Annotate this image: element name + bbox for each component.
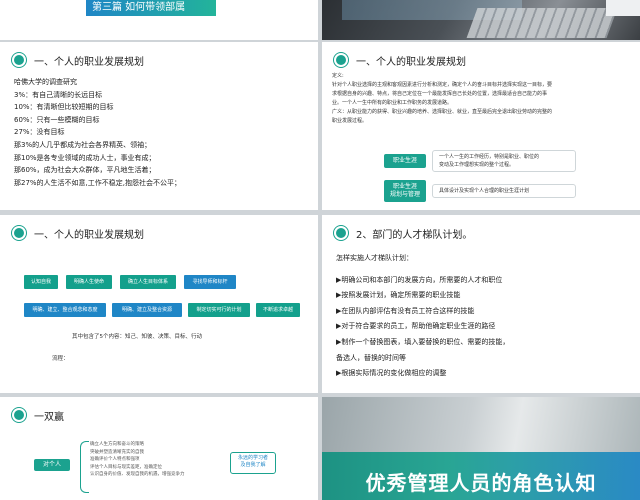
text-line: 3%：有自己清晰的长远目标 bbox=[14, 90, 103, 99]
heading-text: 一双赢 bbox=[34, 411, 64, 423]
list-item: ▶对于符合要求的员工，帮助他确定职业生涯的路径 bbox=[336, 322, 496, 331]
text-line: 60%：只有一些模糊的目标 bbox=[14, 115, 100, 124]
individual-pill: 对个人 bbox=[34, 459, 70, 471]
text-line: 27%：没有目标 bbox=[14, 128, 65, 137]
text-line: 那27%的人生活不如意,工作不稳定,抱怨社会不公平； bbox=[14, 178, 182, 187]
def-key-line: 规划与管理 bbox=[389, 191, 420, 198]
text-line: 哈佛大学的调查研究 bbox=[14, 78, 77, 86]
heading-text: 2、部门的人才梯队计划。 bbox=[356, 229, 473, 241]
text-line: 职业发展过程。 bbox=[332, 118, 368, 124]
slide-8[interactable]: 优秀管理人员的角色认知 bbox=[322, 397, 640, 500]
flow-step: 不断追求卓越 bbox=[256, 303, 300, 317]
def-career: 职业生涯 一个人一生的工作经历，特别是职业、职位的 变动及工作理想实现的整个过程… bbox=[384, 150, 576, 172]
def-key: 职业生涯 bbox=[384, 154, 426, 168]
slide-1[interactable]: 第三篇 如何带领部属 bbox=[0, 0, 318, 40]
slide-heading: 2、部门的人才梯队计划。 bbox=[336, 225, 472, 241]
benefit-list: 确立人生方向和奋斗的策略 突破并塑造清晰充实的自我 准确评价个人特点和强项 评估… bbox=[90, 441, 208, 479]
def-value-line: 变动及工作理想实现的整个过程。 bbox=[439, 162, 515, 168]
list-item: ▶明确公司和本部门的发展方向，所需要的人才和职位 bbox=[336, 275, 503, 284]
def-value-line: 一个人一生的工作经历，特别是职业、职位的 bbox=[439, 154, 540, 160]
survey-text: 哈佛大学的调查研究 3%：有自己清晰的长远目标 10%：有清晰但比较短期的目标 … bbox=[14, 76, 181, 189]
text-line: 广义：从职业能力的获得、职业兴趣的培养、选择职业、就业，直至最后完全退出职业劳动… bbox=[332, 109, 553, 115]
flow-step: 明确人生使命 bbox=[66, 275, 112, 289]
slide-5[interactable]: 一、个人的职业发展规划 认知自我 明确人生使命 确立人生目标体系 寻找导师和标杆… bbox=[0, 215, 318, 393]
slide-2[interactable] bbox=[322, 0, 640, 40]
list-item: 评估个人目标与现实差距，准确定位 bbox=[90, 464, 162, 470]
cover-photo: 优秀管理人员的角色认知 bbox=[322, 397, 640, 500]
ladder-list: 怎样实施人才梯队计划： ▶明确公司和本部门的发展方向，所需要的人才和职位 ▶按照… bbox=[336, 251, 509, 382]
text-line: 那60%，成为社会大众群体，平凡地生活着； bbox=[14, 166, 156, 175]
flow-step: 确立人生目标体系 bbox=[120, 275, 176, 289]
text-line: 针对个人职业选择的主观和客观因素进行分析和测定，确定个人的奋斗目标并选择实现这一… bbox=[332, 82, 553, 88]
list-item: ▶在团队内部评估有没有员工符合这样的技能 bbox=[336, 306, 475, 315]
slide-heading: 一、个人的职业发展规划 bbox=[336, 52, 466, 68]
text-line: 10%：有清晰但比较短期的目标 bbox=[14, 103, 114, 112]
def-career-planning: 职业生涯 规划与管理 具体设计及实现个人合理的职业生涯计划 bbox=[384, 180, 576, 202]
def-key: 职业生涯 规划与管理 bbox=[384, 180, 426, 202]
text-line: 定义: bbox=[332, 73, 344, 79]
slide-7[interactable]: 一双赢 对个人 确立人生方向和奋斗的策略 突破并塑造清晰充实的自我 准确评价个人… bbox=[0, 397, 318, 500]
summary-note: 其中包含了5个内容：知己、知彼、决策、目标、行动 bbox=[72, 334, 203, 340]
list-item: 备选人，替换的时间等 bbox=[336, 353, 406, 362]
text-line: 那10%是各专业领域的成功人士，事业有成； bbox=[14, 153, 156, 162]
flow-step: 寻找导师和标杆 bbox=[184, 275, 236, 289]
learner-callout: 永远的学习者 及自我了解 bbox=[230, 452, 276, 474]
slide-heading: 一双赢 bbox=[14, 407, 64, 423]
def-key-line: 职业生涯 bbox=[392, 183, 417, 190]
callout-line: 及自我了解 bbox=[240, 462, 266, 468]
heading-text: 一、个人的职业发展规划 bbox=[34, 56, 144, 68]
bracket-line bbox=[80, 441, 89, 493]
text-line: 业。一个人一生中所有的职业和工作职务的发展道路。 bbox=[332, 100, 453, 106]
heading-text: 一、个人的职业发展规划 bbox=[356, 56, 466, 68]
flow-step: 制定切实可行的计划 bbox=[188, 303, 250, 317]
flow-step: 认知自我 bbox=[24, 275, 58, 289]
slide-3[interactable]: 一、个人的职业发展规划 哈佛大学的调查研究 3%：有自己清晰的长远目标 10%：… bbox=[0, 42, 318, 210]
keyboard bbox=[466, 8, 618, 38]
gear-icon bbox=[336, 55, 346, 65]
slide-heading: 一、个人的职业发展规划 bbox=[14, 52, 144, 68]
def-value: 具体设计及实现个人合理的职业生涯计划 bbox=[432, 184, 576, 198]
gear-icon bbox=[336, 228, 346, 238]
flow-step: 明确、建立及整合资源 bbox=[112, 303, 182, 317]
def-value: 一个人一生的工作经历，特别是职业、职位的 变动及工作理想实现的整个过程。 bbox=[432, 150, 576, 172]
list-item: 准确评价个人特点和强项 bbox=[90, 457, 140, 463]
cover-title: 优秀管理人员的角色认知 bbox=[365, 471, 597, 495]
list-item: ▶制作一个替换图表，填入要替换的职位、需要的技能， bbox=[336, 337, 510, 346]
definition-text: 定义: 针对个人职业选择的主观和客观因素进行分析和测定，确定个人的奋斗目标并选择… bbox=[332, 72, 552, 126]
list-item: 确立人生方向和奋斗的策略 bbox=[90, 442, 144, 447]
slide-heading: 一、个人的职业发展规划 bbox=[14, 225, 144, 241]
flow-label: 流程： bbox=[52, 356, 69, 362]
heading-text: 一、个人的职业发展规划 bbox=[34, 229, 144, 241]
logo-placeholder bbox=[606, 0, 640, 16]
laptop-photo bbox=[322, 0, 640, 40]
gear-icon bbox=[14, 410, 24, 420]
def-value-line: 具体设计及实现个人合理的职业生涯计划 bbox=[439, 188, 530, 194]
section-tag: 第三篇 如何带领部属 bbox=[86, 0, 216, 16]
flow-step: 明确、建立、整合观念和态度 bbox=[24, 303, 106, 317]
list-item: 怎样实施人才梯队计划： bbox=[336, 254, 413, 262]
gear-icon bbox=[14, 228, 24, 238]
slide-4[interactable]: 一、个人的职业发展规划 定义: 针对个人职业选择的主观和客观因素进行分析和测定，… bbox=[322, 42, 640, 210]
list-item: ▶根据实际情况的变化做相应的调整 bbox=[336, 369, 447, 378]
callout-line: 永远的学习者 bbox=[237, 455, 268, 461]
list-item: 突破并塑造清晰充实的自我 bbox=[90, 449, 144, 455]
list-item: ▶按照发展计划，确定所需要的职业技能 bbox=[336, 291, 461, 300]
list-item: 认识自身的价值、发现自我的机遇，增强竞争力 bbox=[90, 472, 185, 478]
gear-icon bbox=[14, 55, 24, 65]
text-line: 那3%的人几乎都成为社会各界精英、领袖； bbox=[14, 140, 152, 149]
slide-6[interactable]: 2、部门的人才梯队计划。 怎样实施人才梯队计划： ▶明确公司和本部门的发展方向，… bbox=[322, 215, 640, 393]
text-line: 求根据自身的兴趣、特点，将自己定位在一个最能发挥自己长处的位置，选择最适合自己能… bbox=[332, 91, 548, 97]
